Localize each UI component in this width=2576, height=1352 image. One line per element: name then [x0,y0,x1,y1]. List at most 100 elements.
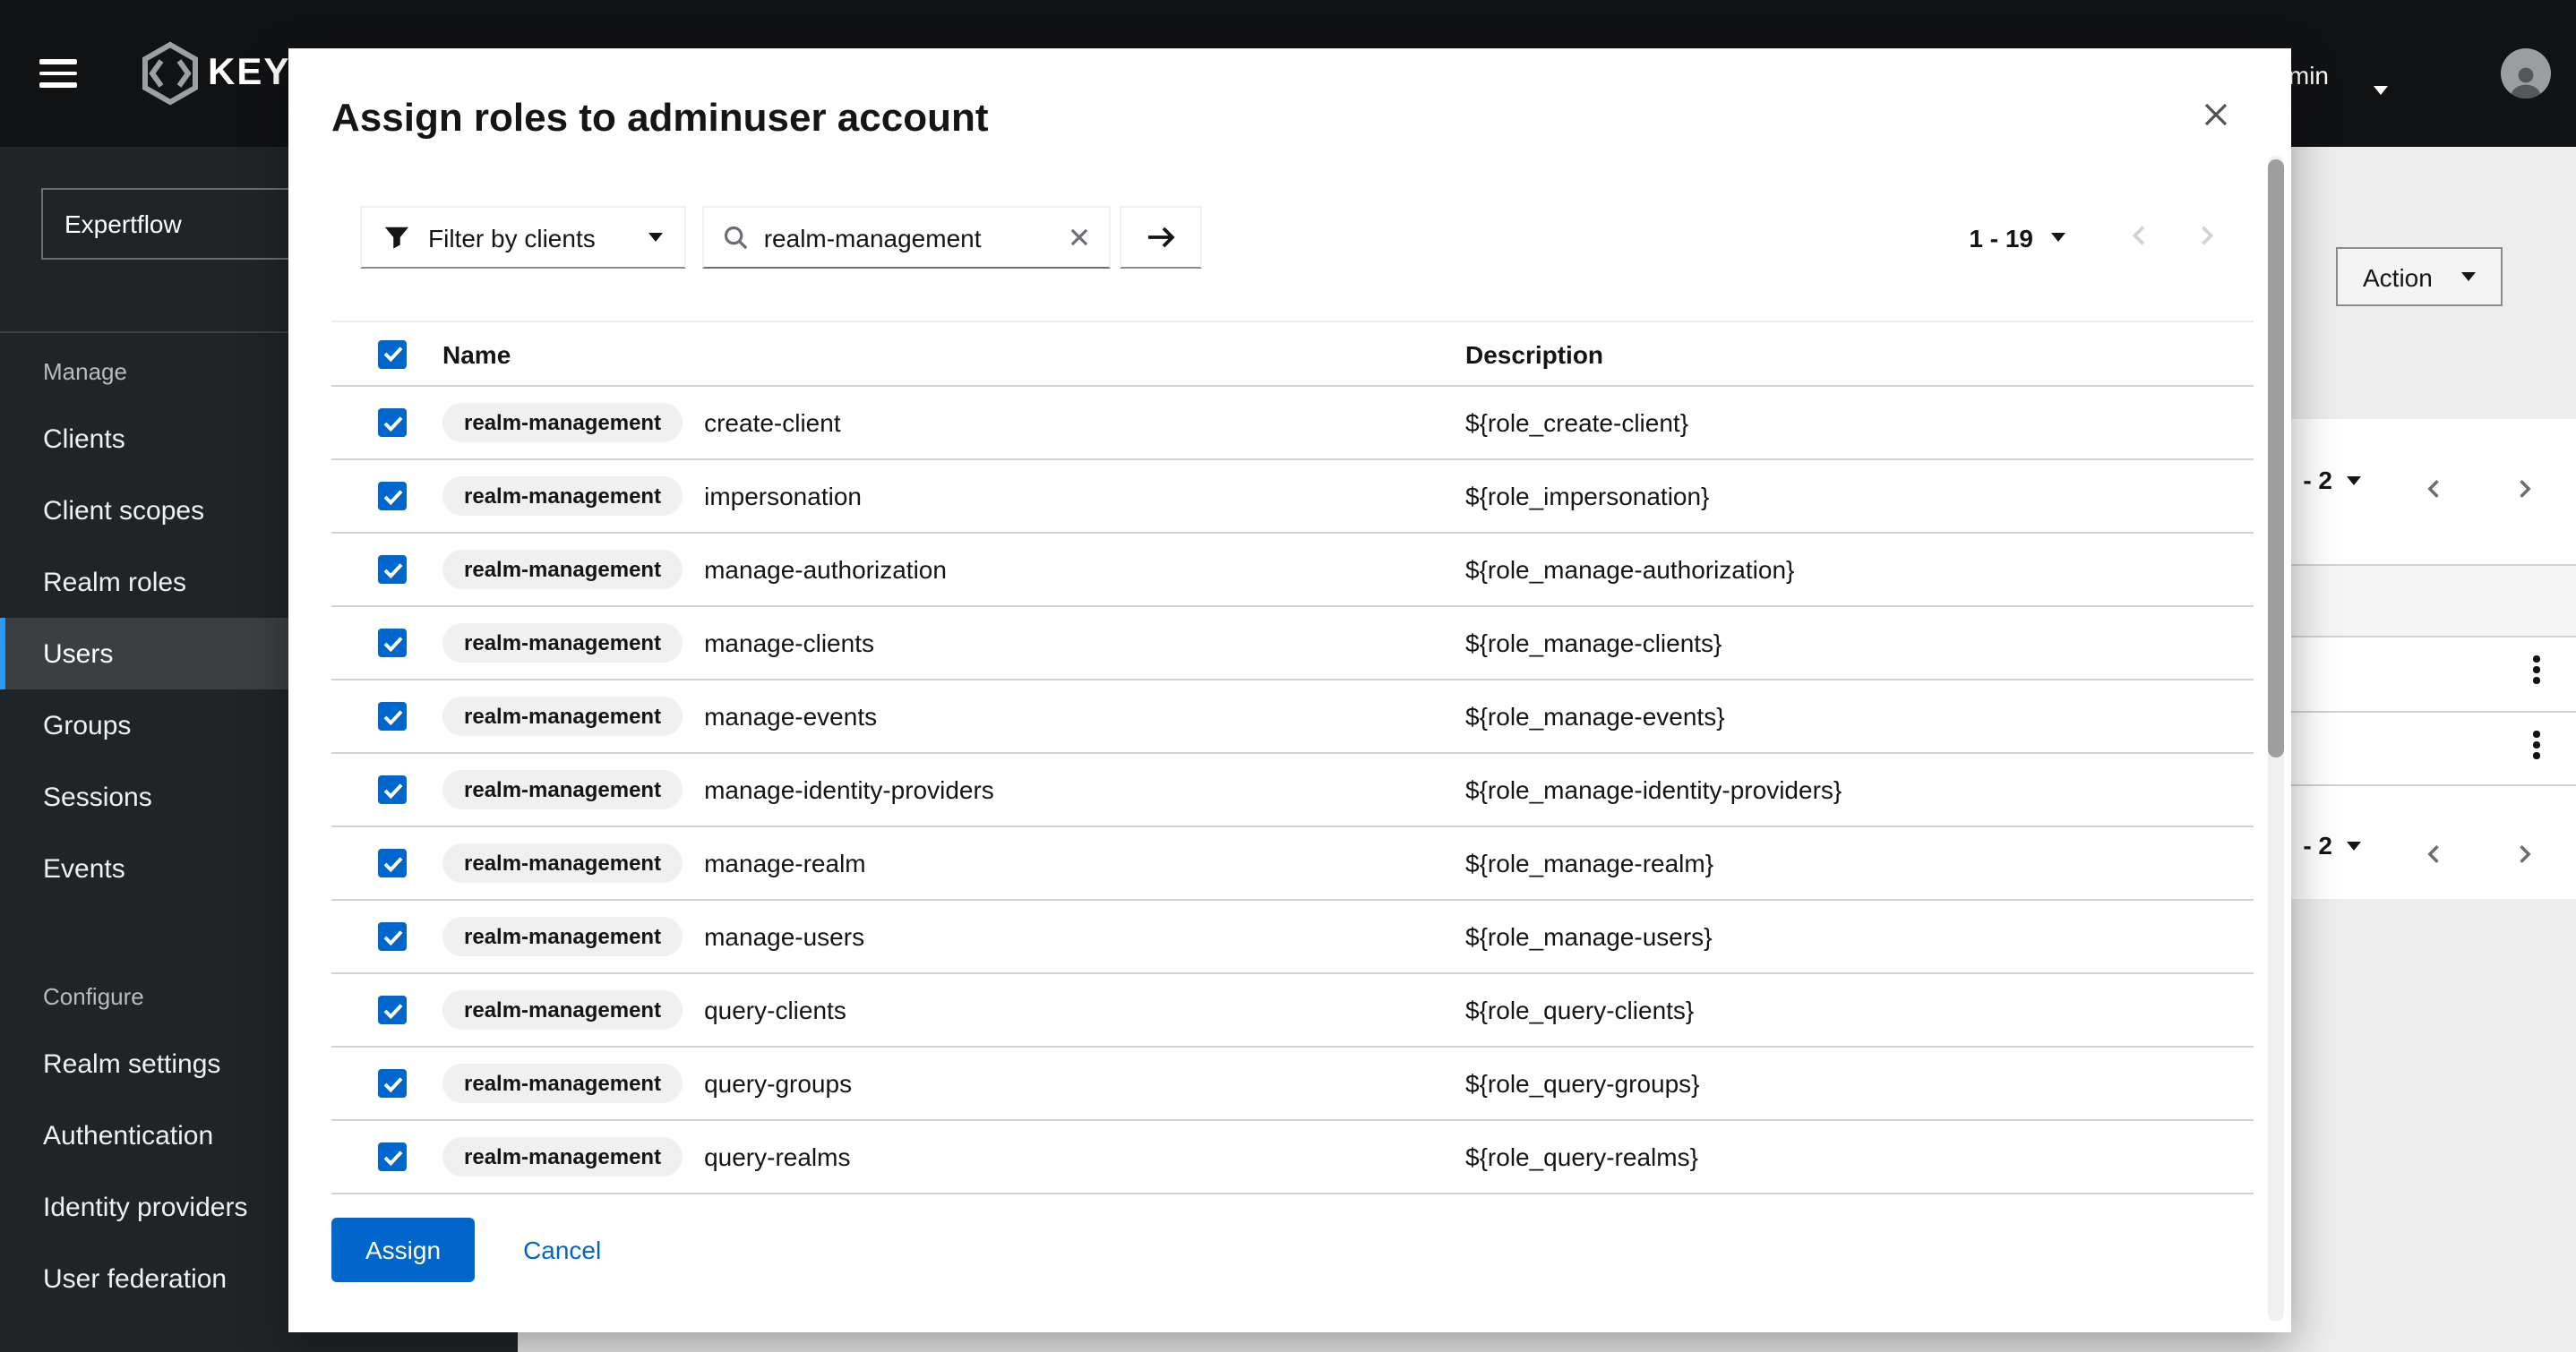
pagination-range-dropdown[interactable]: 1 - 19 [1969,223,2065,252]
client-badge: realm-management [442,1137,683,1177]
row-checkbox[interactable] [378,922,407,951]
bg-pagination-bottom[interactable]: - 2 [2303,831,2361,860]
row-checkbox[interactable] [378,629,407,657]
row-checkbox[interactable] [378,849,407,877]
role-description: ${role_query-realms} [1465,1142,2254,1171]
search-submit-button[interactable] [1121,206,1203,269]
modal-toolbar: Filter by clients [360,206,2220,269]
user-icon [2506,63,2546,98]
modal-scrollbar-track[interactable] [2268,156,2284,1322]
client-badge: realm-management [442,990,683,1030]
client-badge: realm-management [442,1064,683,1103]
table-row: realm-management manage-clients ${role_m… [331,607,2254,680]
modal-footer: Assign Cancel [331,1218,2248,1282]
role-description: ${role_manage-identity-providers} [1465,775,2254,804]
bg-pagination-top[interactable]: - 2 [2303,466,2361,494]
role-name: create-client [704,408,841,437]
search-icon [723,224,750,251]
chevron-right-icon [2193,221,2220,248]
role-name-cell: realm-management manage-users [442,917,1465,956]
pagination-range-label: 1 - 19 [1969,223,2033,252]
row-checkbox[interactable] [378,702,407,731]
modal-scrollbar-thumb[interactable] [2268,159,2284,757]
role-name-cell: realm-management query-groups [442,1064,1465,1103]
assign-roles-modal: Assign roles to adminuser account Filter… [288,48,2291,1332]
table-body: realm-management create-client ${role_cr… [331,387,2254,1194]
role-name: manage-users [704,922,864,951]
user-menu-caret-down-icon[interactable] [2374,72,2388,104]
row-checkbox[interactable] [378,482,407,510]
role-name: query-realms [704,1142,850,1171]
cancel-button[interactable]: Cancel [523,1236,601,1264]
pagination-caret-down-icon [2051,233,2065,242]
select-all-checkbox[interactable] [378,339,407,368]
role-description: ${role_manage-authorization} [1465,555,2254,584]
avatar[interactable] [2501,48,2551,98]
bg-pagination-range: - 2 [2303,466,2332,494]
client-badge: realm-management [442,697,683,736]
role-description: ${role_query-groups} [1465,1069,2254,1098]
bg-pagination-prev-chevron-icon[interactable] [2422,842,2447,867]
table-row: realm-management impersonation ${role_im… [331,460,2254,534]
row-checkbox[interactable] [378,555,407,584]
role-description: ${role_impersonation} [1465,482,2254,510]
role-name: query-clients [704,996,846,1024]
modal-title: Assign roles to adminuser account [331,95,2184,141]
role-name: manage-identity-providers [704,775,994,804]
client-badge: realm-management [442,550,683,589]
role-name: manage-events [704,702,877,731]
role-description: ${role_manage-users} [1465,922,2254,951]
table-row: realm-management manage-realm ${role_man… [331,827,2254,901]
bg-pagination-next-chevron-icon[interactable] [2512,476,2537,501]
row-kebab-menu-button[interactable] [2524,731,2549,758]
clear-search-icon[interactable] [1069,226,1092,249]
hamburger-menu-button[interactable] [39,47,100,100]
client-badge: realm-management [442,403,683,442]
role-name: manage-authorization [704,555,947,584]
roles-table: Name Description realm-management create… [331,321,2254,1194]
table-row: realm-management query-groups ${role_que… [331,1048,2254,1121]
bg-pagination-caret-down-icon [2347,475,2361,484]
assign-button[interactable]: Assign [331,1218,475,1282]
role-name: impersonation [704,482,862,510]
bg-pagination-prev-chevron-icon[interactable] [2422,476,2447,501]
pagination-prev-button[interactable] [2126,221,2153,253]
bg-pagination-next-chevron-icon[interactable] [2512,842,2537,867]
close-icon[interactable] [2198,98,2234,134]
role-description: ${role_create-client} [1465,408,2254,437]
filter-caret-down-icon [649,233,664,242]
table-row: realm-management create-client ${role_cr… [331,387,2254,460]
pagination-next-button[interactable] [2193,221,2220,253]
search-box [703,206,1112,269]
keycloak-logo-icon [140,41,201,106]
filter-by-clients-dropdown[interactable]: Filter by clients [360,206,687,269]
realm-name: Expertflow [64,210,182,238]
keycloak-admin-console: KEYCLOAK admin Expertflow Manage Clients… [0,0,2576,1352]
column-header-name: Name [442,339,1465,368]
chevron-left-icon [2126,221,2153,248]
client-badge: realm-management [442,623,683,663]
role-name: manage-realm [704,849,866,877]
role-name-cell: realm-management query-clients [442,990,1465,1030]
row-checkbox[interactable] [378,996,407,1024]
table-row: realm-management manage-authorization ${… [331,534,2254,607]
row-checkbox[interactable] [378,775,407,804]
action-dropdown-label: Action [2363,262,2433,291]
action-dropdown-button[interactable]: Action [2336,247,2503,306]
client-badge: realm-management [442,476,683,516]
filter-icon [383,224,410,251]
row-checkbox[interactable] [378,1069,407,1098]
search-input[interactable] [764,223,1054,252]
role-description: ${role_manage-realm} [1465,849,2254,877]
role-name-cell: realm-management create-client [442,403,1465,442]
role-description: ${role_manage-events} [1465,702,2254,731]
table-row: realm-management manage-events ${role_ma… [331,680,2254,754]
modal-pagination: 1 - 19 [1969,221,2220,253]
row-kebab-menu-button[interactable] [2524,655,2549,683]
bg-pagination-caret-down-icon [2347,841,2361,850]
row-checkbox[interactable] [378,1142,407,1171]
column-header-description: Description [1465,339,2254,368]
role-name: manage-clients [704,629,874,657]
row-checkbox[interactable] [378,408,407,437]
role-name-cell: realm-management manage-authorization [442,550,1465,589]
